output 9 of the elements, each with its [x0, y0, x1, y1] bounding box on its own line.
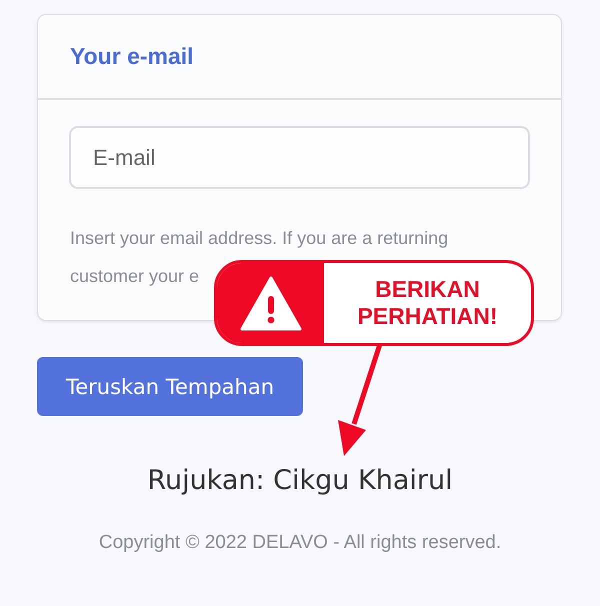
email-field[interactable]: E-mail — [69, 126, 530, 189]
callout-text: BERIKAN PERHATIAN! — [356, 275, 499, 331]
continue-button[interactable]: Teruskan Tempahan — [37, 357, 303, 416]
hint-text: Insert your email address. If you are a returning — [70, 227, 448, 250]
card-title: Your e-mail — [70, 43, 194, 70]
referral-text: Rujukan: Cikgu Khairul — [147, 465, 453, 496]
copyright-text: Copyright © 2022 DELAVO - All rights reserved. — [98, 532, 502, 554]
hint-text: customer your e — [70, 265, 200, 288]
warning-icon — [240, 276, 302, 330]
